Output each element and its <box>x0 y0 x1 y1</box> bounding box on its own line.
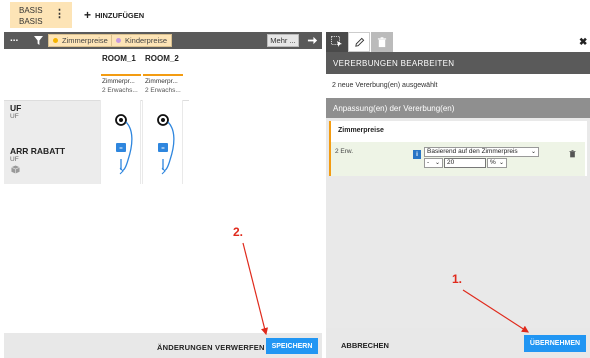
arrow-to-apply <box>462 289 530 333</box>
annotation-arrows <box>242 242 530 336</box>
arrow-to-save <box>242 242 269 336</box>
